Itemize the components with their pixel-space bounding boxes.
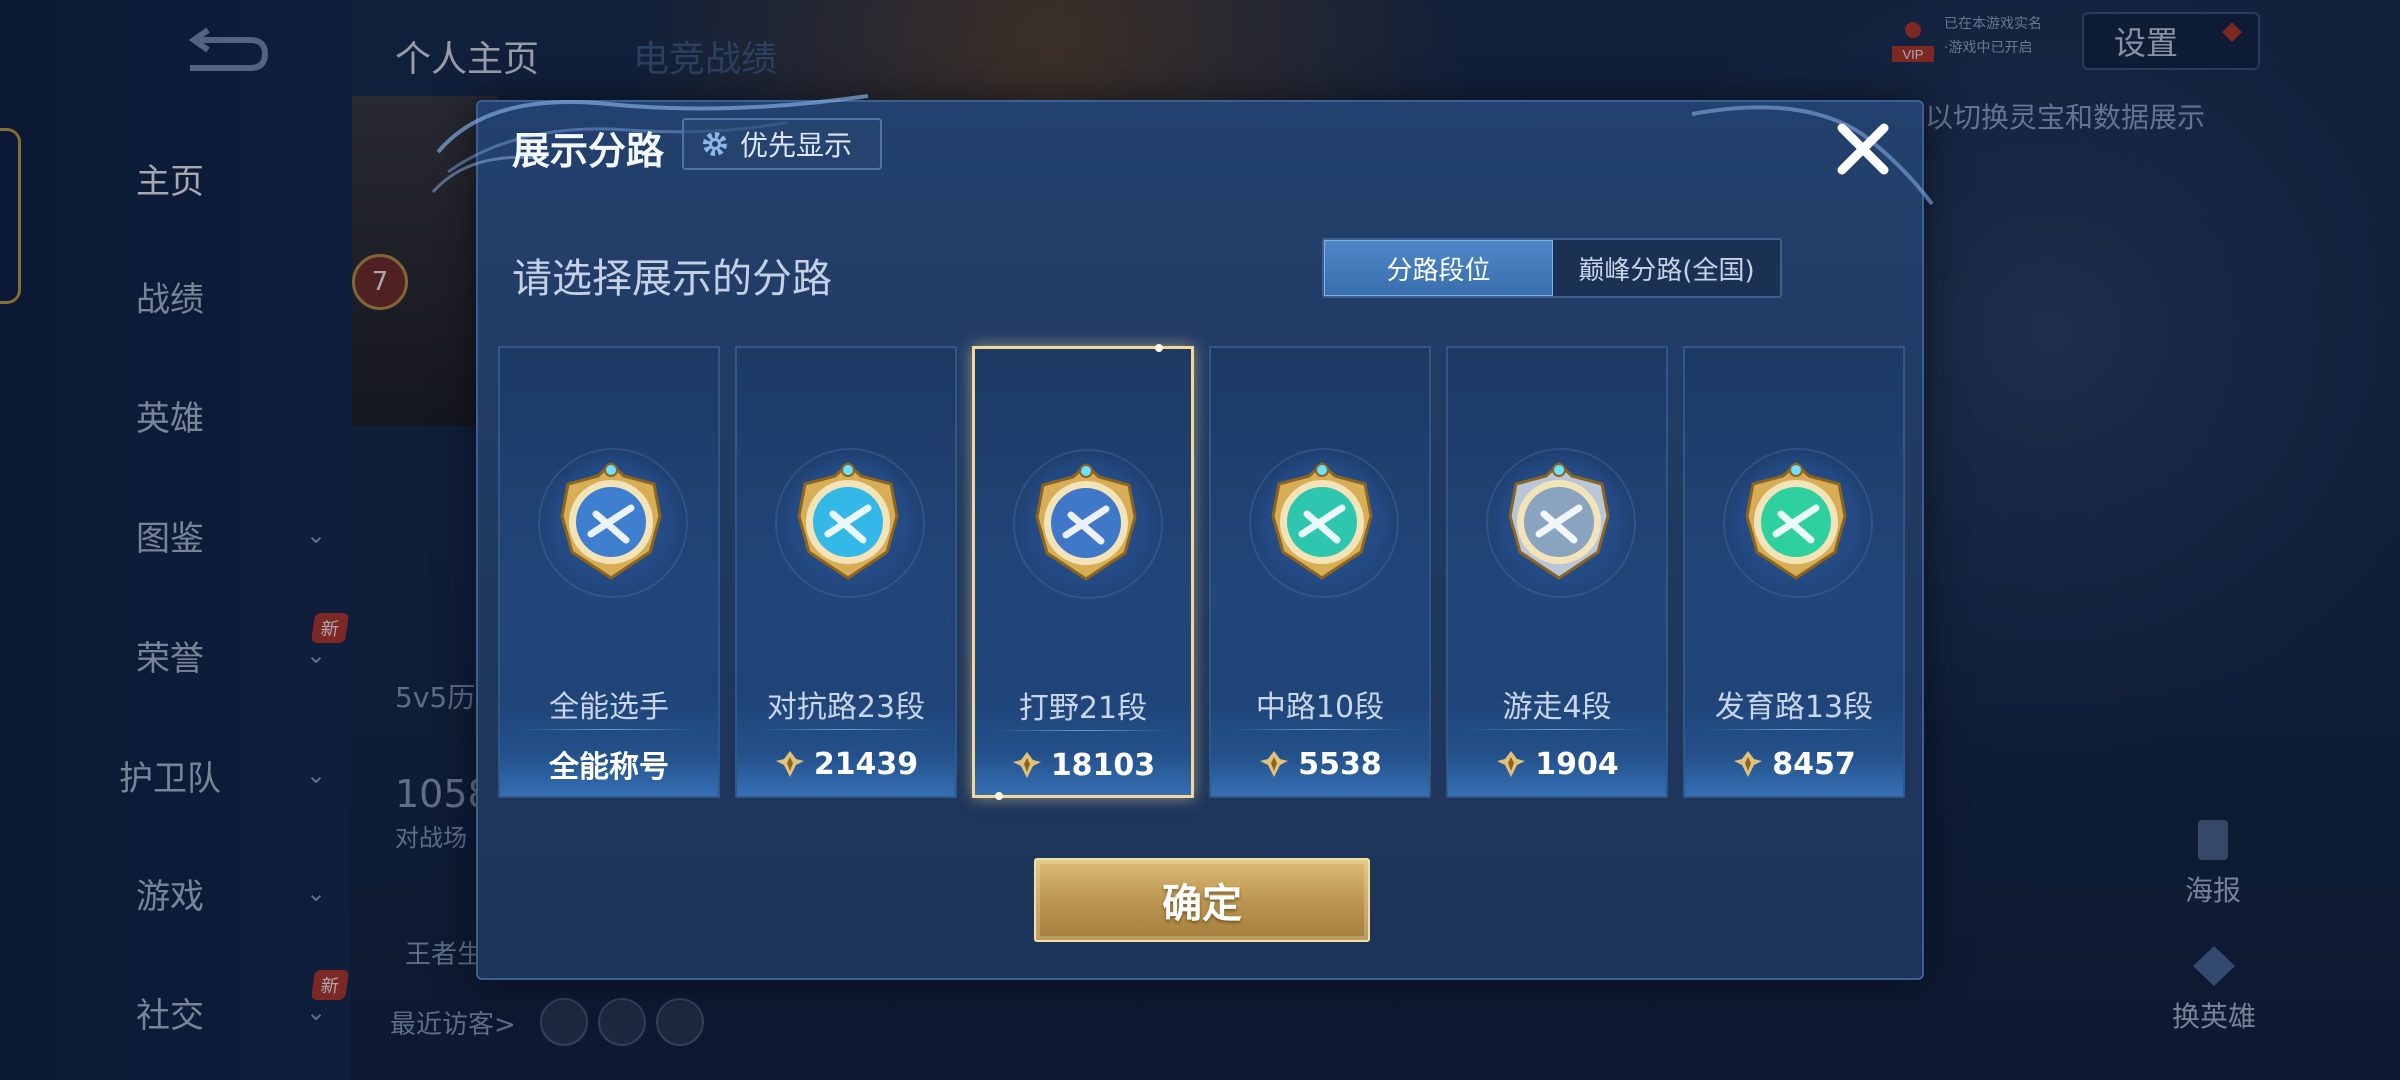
divider	[520, 729, 698, 730]
divider	[1231, 729, 1409, 730]
priority-display-button[interactable]: 优先显示	[682, 118, 882, 170]
lane-card-value: 21439	[813, 746, 919, 782]
lane-points-icon	[1734, 751, 1763, 777]
lane-card-title: 对抗路23段	[766, 690, 926, 725]
gear-icon	[703, 132, 727, 156]
segment-peak-lane-national[interactable]: 巅峰分路(全国)	[1553, 240, 1780, 296]
lane-card[interactable]: 游走4段 1904	[1446, 346, 1668, 798]
divider	[995, 730, 1171, 731]
lane-card-title: 全能选手	[549, 690, 669, 725]
lane-card-score: 18103	[975, 745, 1191, 785]
lane-emblem-icon	[1508, 461, 1610, 580]
lane-card-list: 全能选手 全能称号 对抗路23段 21439 打野21段 18103 中路10段 5538 游走…	[498, 344, 1908, 800]
lane-card-title: 中路10段	[1255, 690, 1385, 725]
lane-emblem-icon	[1745, 461, 1847, 580]
decorative-swirl-icon	[1691, 105, 1934, 206]
segment-lane-rank[interactable]: 分路段位	[1324, 240, 1553, 296]
divider	[757, 729, 935, 730]
lane-card-title: 发育路13段	[1714, 690, 1874, 725]
lane-emblem-icon	[1035, 462, 1137, 581]
lane-card-score: 5538	[1211, 744, 1429, 784]
divider	[1705, 729, 1883, 730]
lane-card[interactable]: 发育路13段 8457	[1683, 346, 1905, 798]
lane-card-value: 1904	[1535, 746, 1619, 782]
lane-card-score: 1904	[1448, 744, 1666, 784]
lane-emblem-icon	[797, 461, 899, 580]
lane-card-title: 打野21段	[1018, 691, 1148, 726]
priority-display-label: 优先显示	[740, 129, 853, 162]
lane-card-value: 5538	[1298, 746, 1382, 782]
selection-spark	[1155, 344, 1163, 352]
lane-points-icon	[1012, 752, 1041, 778]
lane-card[interactable]: 全能选手 全能称号	[498, 346, 720, 798]
lane-card-value: 8457	[1772, 746, 1856, 782]
selection-spark	[995, 792, 1003, 800]
lane-points-icon	[775, 751, 804, 777]
lane-card-value: 18103	[1050, 747, 1156, 783]
lane-emblem-icon	[560, 461, 662, 580]
lane-card[interactable]: 对抗路23段 21439	[735, 346, 957, 798]
lane-emblem-icon	[1271, 461, 1373, 580]
dialog-title: 展示分路	[512, 129, 665, 173]
close-icon[interactable]	[1828, 114, 1898, 184]
dialog-subtitle: 请选择展示的分路	[512, 256, 832, 302]
lane-points-icon	[1497, 751, 1526, 777]
lane-card-score: 全能称号	[500, 744, 718, 785]
lane-card-title: 游走4段	[1502, 690, 1612, 725]
lane-display-dialog: 展示分路 优先显示 请选择展示的分路 分路段位 巅峰分路(全国) 全能选手全能称…	[431, 94, 1934, 980]
lane-card[interactable]: 打野21段 18103	[972, 344, 1194, 800]
lane-card[interactable]: 中路10段 5538	[1209, 346, 1431, 798]
lane-card-value: 全能称号	[549, 750, 669, 785]
confirm-button[interactable]: 确定	[1034, 858, 1370, 942]
divider	[1468, 729, 1646, 730]
lane-mode-segmented-control: 分路段位 巅峰分路(全国)	[1322, 238, 1782, 298]
lane-card-score: 21439	[737, 744, 955, 784]
lane-card-score: 8457	[1685, 744, 1903, 784]
lane-points-icon	[1260, 751, 1289, 777]
